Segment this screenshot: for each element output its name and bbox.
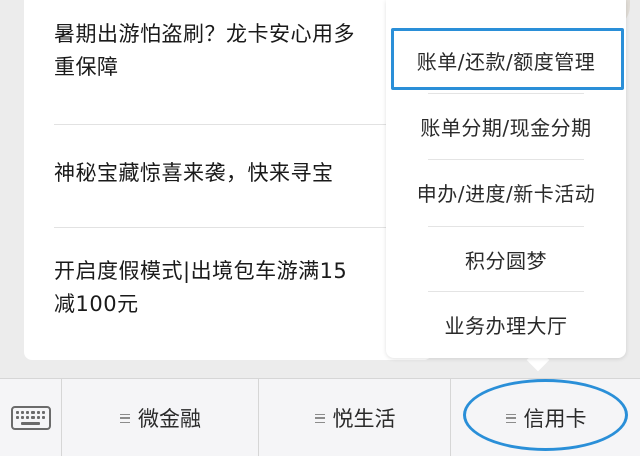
article-item[interactable]: 暑期出游怕盗刷？龙卡安心用多 重保障 [54,18,432,84]
article-title-line: 重保障 [54,55,119,79]
article-title-line: 开启度假模式|出境包车游满15 [54,259,348,283]
article-item[interactable]: 开启度假模式|出境包车游满15 减100元 [54,255,432,321]
divider [54,124,432,125]
tab-label: 悦生活 [332,407,396,431]
menu-item-points[interactable]: 积分圆梦 [386,227,626,291]
menu-icon [120,413,130,423]
tab-joyful-life[interactable]: 悦生活 [260,379,451,456]
tab-micro-finance[interactable]: 微金融 [63,379,259,456]
menu-icon [314,413,325,423]
keyboard-toggle-button[interactable] [0,379,62,456]
article-title-line: 暑期出游怕盗刷？龙卡安心用多 [54,22,355,46]
article-feed: 暑期出游怕盗刷？龙卡安心用多 重保障 神秘宝藏惊喜来袭，快来寻宝 开启度假模式|… [24,0,432,360]
article-title-line: 神秘宝藏惊喜来袭，快来寻宝 [54,161,334,185]
divider [54,227,432,228]
menu-item-apply-progress-new-card[interactable]: 申办/进度/新卡活动 [386,160,626,224]
menu-item-service-hall[interactable]: 业务办理大厅 [386,292,626,356]
article-item[interactable]: 神秘宝藏惊喜来袭，快来寻宝 [54,157,432,190]
tab-label: 微金融 [138,407,201,431]
highlight-annotation-box [391,28,624,90]
keyboard-icon [10,406,51,430]
article-title-line: 减100元 [54,292,139,316]
highlight-annotation-circle [463,379,628,451]
menu-item-installments[interactable]: 账单分期/现金分期 [386,94,626,158]
